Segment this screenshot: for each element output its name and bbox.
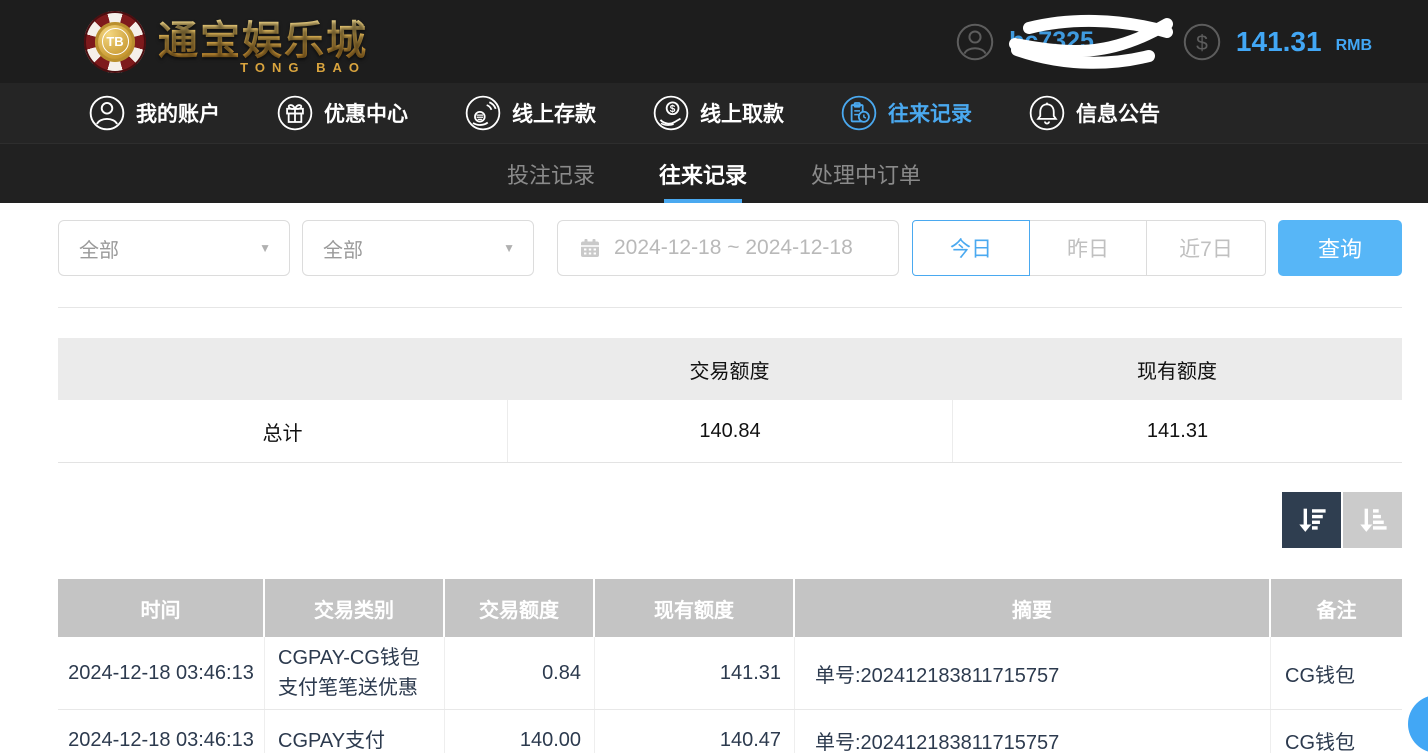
summary-header-transaction: 交易额度 xyxy=(507,338,952,400)
svg-text:$: $ xyxy=(670,104,676,115)
summary-table: 交易额度 现有额度 总计 140.84 141.31 xyxy=(58,338,1402,463)
casino-chip-icon: TB xyxy=(84,11,146,73)
cell-amount: 0.84 xyxy=(445,637,595,709)
summary-header-balance: 现有额度 xyxy=(952,338,1402,400)
balance-amount: 141.31 xyxy=(1236,26,1322,58)
cell-balance: 140.47 xyxy=(595,710,795,753)
svg-text:$: $ xyxy=(1196,31,1208,54)
transaction-record-icon xyxy=(840,94,878,132)
tab-label: 处理中订单 xyxy=(811,158,921,190)
search-button[interactable]: 查询 xyxy=(1278,220,1402,276)
summary-total-label: 总计 xyxy=(58,400,507,462)
nav-item-my-account[interactable]: 我的账户 xyxy=(88,94,220,132)
calendar-icon xyxy=(578,236,602,260)
user-circle-icon xyxy=(88,94,126,132)
summary-header-row: 交易额度 现有额度 xyxy=(58,338,1402,400)
site-subtitle: TONG BAO xyxy=(158,60,368,75)
records-header-row: 时间 交易类别 交易额度 现有额度 摘要 备注 xyxy=(58,579,1402,637)
last7days-button[interactable]: 近7日 xyxy=(1146,220,1266,276)
filter-bar: 全部 ▼ 全部 ▼ 2024-12-18 ~ 2024-12-18 今日 昨日 xyxy=(58,220,1402,276)
col-header-amount: 交易额度 xyxy=(445,579,595,637)
select-value: 全部 xyxy=(323,234,363,263)
cell-type: CGPAY-CG钱包支付笔笔送优惠 xyxy=(265,637,445,709)
username-text: bc7325 xyxy=(1009,27,1094,56)
site-logo[interactable]: TB 通宝娱乐城 TONG BAO xyxy=(84,8,368,75)
chevron-down-icon: ▼ xyxy=(259,241,271,255)
balance[interactable]: $ 141.31 RMB xyxy=(1182,22,1372,62)
sort-descending-icon xyxy=(1295,503,1329,537)
summary-total-row: 总计 140.84 141.31 xyxy=(58,400,1402,463)
nav-item-deposit[interactable]: 线上存款 xyxy=(464,94,596,132)
chevron-down-icon: ▼ xyxy=(503,241,515,255)
nav-item-withdraw[interactable]: $ 线上取款 xyxy=(652,94,784,132)
col-header-balance: 现有额度 xyxy=(595,579,795,637)
logo-text: 通宝娱乐城 TONG BAO xyxy=(158,8,368,75)
cell-summary: 单号:202412183811715757 xyxy=(795,637,1271,709)
col-header-summary: 摘要 xyxy=(795,579,1271,637)
withdraw-hand-dollar-icon: $ xyxy=(652,94,690,132)
quick-range-group: 今日 昨日 近7日 xyxy=(912,220,1266,276)
tab-betting-records[interactable]: 投注记录 xyxy=(507,144,595,203)
sort-controls xyxy=(58,492,1402,548)
nav-label: 线上取款 xyxy=(700,98,784,128)
deposit-hand-coin-icon xyxy=(464,94,502,132)
nav-label: 我的账户 xyxy=(136,98,220,128)
date-range-input[interactable]: 2024-12-18 ~ 2024-12-18 xyxy=(557,220,899,276)
record-tabs: 投注记录 往来记录 处理中订单 xyxy=(0,143,1428,203)
cell-note: CG钱包 xyxy=(1271,637,1402,709)
cell-type: CGPAY支付 xyxy=(265,710,445,753)
nav-item-announcements[interactable]: 信息公告 xyxy=(1028,94,1160,132)
col-header-note: 备注 xyxy=(1271,579,1402,637)
sort-descending-button[interactable] xyxy=(1282,492,1341,548)
cell-time: 2024-12-18 03:46:13 xyxy=(58,637,265,709)
content-area: 全部 ▼ 全部 ▼ 2024-12-18 ~ 2024-12-18 今日 昨日 xyxy=(0,220,1428,753)
tab-label: 投注记录 xyxy=(507,158,595,190)
table-row: 2024-12-18 03:46:13 CGPAY-CG钱包支付笔笔送优惠 0.… xyxy=(58,637,1402,710)
table-row: 2024-12-18 03:46:13 CGPAY支付 140.00 140.4… xyxy=(58,710,1402,753)
today-button[interactable]: 今日 xyxy=(912,220,1030,276)
col-header-time: 时间 xyxy=(58,579,265,637)
cell-summary: 单号:202412183811715757 xyxy=(795,710,1271,753)
nav-label: 信息公告 xyxy=(1076,98,1160,128)
balance-currency: RMB xyxy=(1336,29,1372,55)
dollar-icon: $ xyxy=(1182,22,1222,62)
tab-processing-orders[interactable]: 处理中订单 xyxy=(811,144,921,203)
bell-icon xyxy=(1028,94,1066,132)
user-icon xyxy=(955,22,995,62)
sort-ascending-icon xyxy=(1356,503,1390,537)
divider-line xyxy=(58,307,1402,308)
nav-label: 往来记录 xyxy=(888,98,972,128)
chip-monogram: TB xyxy=(102,28,129,55)
yesterday-button[interactable]: 昨日 xyxy=(1029,220,1147,276)
nav-item-transaction-records[interactable]: 往来记录 xyxy=(840,94,972,132)
records-table: 时间 交易类别 交易额度 现有额度 摘要 备注 2024-12-18 03:46… xyxy=(58,579,1402,753)
cell-amount: 140.00 xyxy=(445,710,595,753)
main-navigation: 我的账户 优惠中心 线上存款 xyxy=(0,83,1428,143)
nav-item-promotions[interactable]: 优惠中心 xyxy=(276,94,408,132)
sort-ascending-button[interactable] xyxy=(1343,492,1402,548)
cell-time: 2024-12-18 03:46:13 xyxy=(58,710,265,753)
category-select[interactable]: 全部 ▼ xyxy=(58,220,290,276)
summary-header-empty xyxy=(58,338,507,400)
cell-note: CG钱包 xyxy=(1271,710,1402,753)
summary-total-balance: 141.31 xyxy=(952,400,1402,462)
summary-total-transaction: 140.84 xyxy=(507,400,952,462)
tab-transaction-records[interactable]: 往来记录 xyxy=(659,144,747,203)
user-account[interactable]: bc7325 xyxy=(955,22,1094,62)
cell-balance: 141.31 xyxy=(595,637,795,709)
topbar-right: bc7325 $ 141.31 RMB xyxy=(955,22,1372,62)
gift-icon xyxy=(276,94,314,132)
site-title: 通宝娱乐城 xyxy=(158,8,368,66)
nav-label: 线上存款 xyxy=(512,98,596,128)
subcategory-select[interactable]: 全部 ▼ xyxy=(302,220,534,276)
nav-label: 优惠中心 xyxy=(324,98,408,128)
col-header-type: 交易类别 xyxy=(265,579,445,637)
date-range-value: 2024-12-18 ~ 2024-12-18 xyxy=(614,236,853,260)
tab-label: 往来记录 xyxy=(659,158,747,190)
select-value: 全部 xyxy=(79,234,119,263)
top-header: TB 通宝娱乐城 TONG BAO bc7325 $ xyxy=(0,0,1428,83)
